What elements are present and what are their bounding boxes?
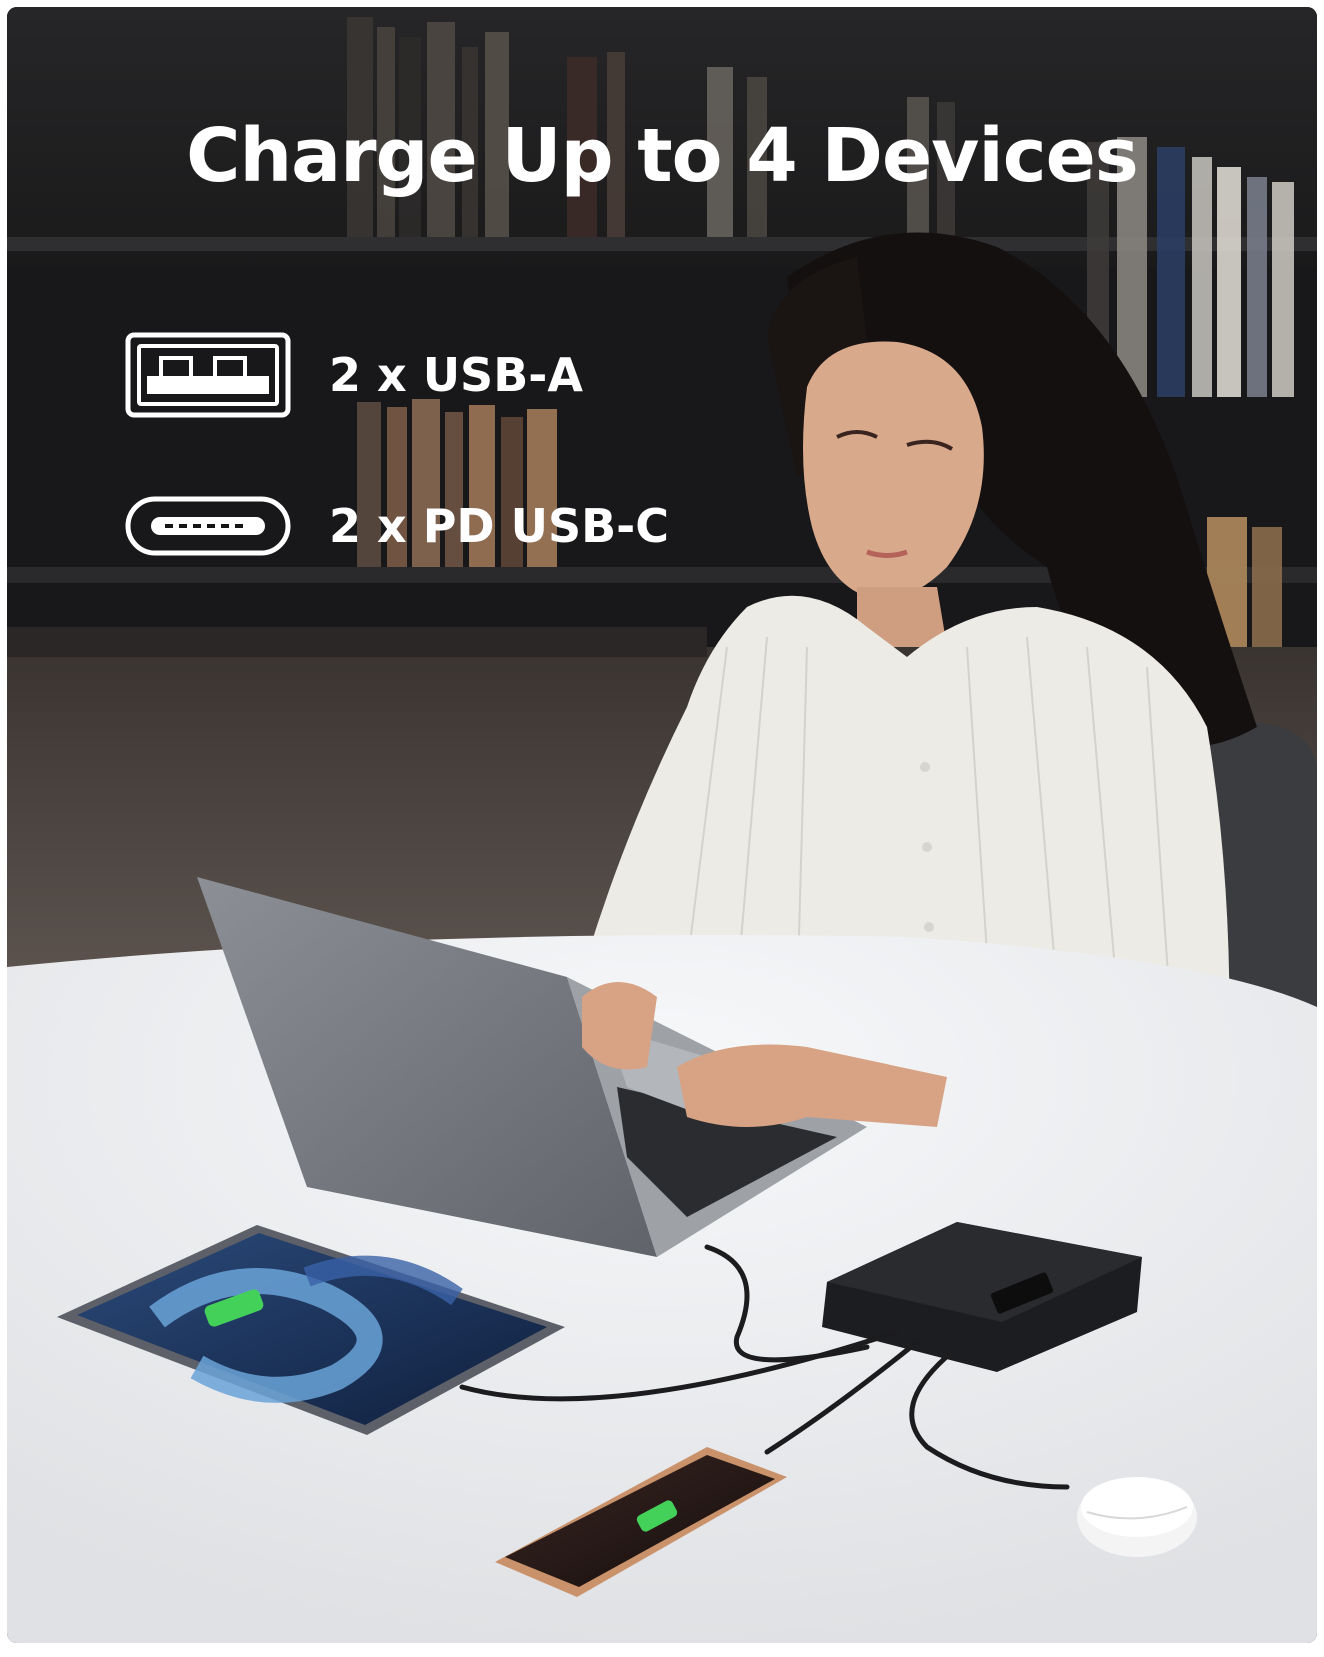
feature-usb-a: 2 x USB-A bbox=[125, 332, 583, 418]
product-image: Charge Up to 4 Devices 2 x USB-A 2 x PD … bbox=[7, 7, 1317, 1643]
usb-a-port-icon bbox=[125, 332, 291, 418]
feature-usb-c: 2 x PD USB-C bbox=[125, 496, 669, 556]
headline: Charge Up to 4 Devices bbox=[186, 113, 1139, 199]
lifestyle-photo bbox=[7, 7, 1317, 1643]
feature-label-usb-a: 2 x USB-A bbox=[329, 348, 583, 402]
usb-c-port-icon bbox=[125, 496, 291, 556]
feature-label-usb-c: 2 x PD USB-C bbox=[329, 499, 670, 553]
